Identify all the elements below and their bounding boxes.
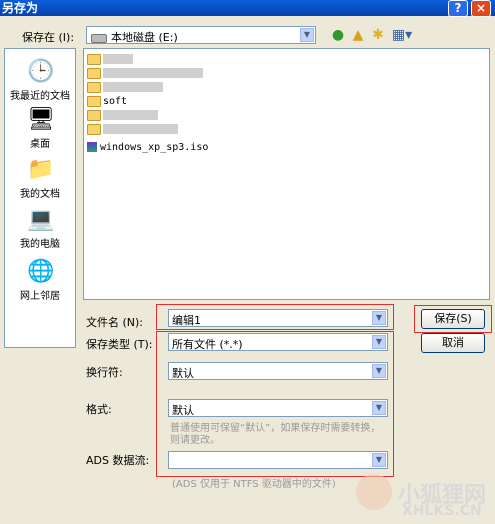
- highlight-box: [156, 331, 394, 477]
- back-icon[interactable]: ●: [330, 27, 346, 43]
- drive-icon: [91, 33, 107, 43]
- close-button[interactable]: ×: [471, 0, 491, 17]
- list-item[interactable]: [87, 81, 163, 95]
- places-item-label: 我的电脑: [20, 239, 60, 250]
- save-in-label: 保存在 (I):: [22, 31, 75, 44]
- recent-documents-icon: 🕒: [27, 59, 55, 84]
- ads-label: ADS 数据流:: [86, 454, 150, 467]
- filename-label: 文件名 (N):: [86, 316, 144, 329]
- places-item-my-documents[interactable]: 📁 我的文档: [5, 157, 75, 200]
- places-item-label: 桌面: [30, 139, 50, 150]
- list-item[interactable]: soft: [87, 95, 127, 109]
- folder-icon: [87, 109, 101, 121]
- new-folder-icon[interactable]: ✱: [370, 27, 386, 43]
- folder-icon: [87, 95, 101, 107]
- watermark-url: XHLKS.CN: [402, 503, 482, 519]
- cancel-button[interactable]: 取消: [421, 333, 485, 353]
- save-in-value: 本地磁盘 (E:): [111, 31, 178, 44]
- view-menu-icon[interactable]: ▦▾: [391, 27, 413, 43]
- my-computer-icon: 💻: [27, 207, 55, 232]
- file-list[interactable]: soft windows_xp_sp3.iso: [83, 48, 490, 300]
- ads-hint: (ADS 仅用于 NTFS 驱动器中的文件): [172, 479, 336, 490]
- blurred-name: [103, 110, 158, 120]
- help-button[interactable]: ?: [448, 0, 468, 17]
- folder-icon: [87, 53, 101, 65]
- places-bar: 🕒 我最近的文档 🖥 桌面 📁 我的文档 💻 我的电脑 🌐 网上邻居: [4, 48, 76, 348]
- list-item[interactable]: windows_xp_sp3.iso: [87, 141, 208, 155]
- places-item-label: 网上邻居: [20, 291, 60, 302]
- places-item-network[interactable]: 🌐 网上邻居: [5, 259, 75, 302]
- places-item-desktop[interactable]: 🖥 桌面: [5, 107, 75, 150]
- fox-logo-icon: [356, 474, 392, 510]
- places-item-my-computer[interactable]: 💻 我的电脑: [5, 207, 75, 250]
- chevron-down-icon[interactable]: ▼: [300, 28, 314, 42]
- blurred-name: [103, 124, 178, 134]
- title-bar: 另存为 ? ×: [0, 0, 495, 17]
- blurred-name: [103, 68, 203, 78]
- places-item-label: 我的文档: [20, 189, 60, 200]
- my-documents-icon: 📁: [27, 157, 55, 182]
- network-icon: 🌐: [27, 259, 55, 284]
- linebreak-label: 换行符:: [86, 366, 123, 379]
- archive-icon: [87, 142, 97, 152]
- folder-icon: [87, 81, 101, 93]
- list-item[interactable]: [87, 67, 203, 81]
- format-label: 格式:: [86, 403, 112, 416]
- places-item-recent[interactable]: 🕒 我最近的文档: [5, 59, 75, 102]
- blurred-name: [103, 54, 133, 64]
- places-item-label: 我最近的文档: [10, 91, 70, 102]
- up-folder-icon[interactable]: ▲: [350, 27, 366, 43]
- desktop-icon: 🖥: [27, 107, 55, 132]
- folder-icon: [87, 67, 101, 79]
- window-title: 另存为: [2, 1, 39, 15]
- highlight-box: [414, 305, 492, 333]
- blurred-name: [103, 82, 163, 92]
- list-item[interactable]: [87, 123, 178, 137]
- folder-icon: [87, 123, 101, 135]
- save-in-dropdown[interactable]: 本地磁盘 (E:) ▼: [86, 26, 316, 44]
- list-item[interactable]: [87, 109, 158, 123]
- filetype-label: 保存类型 (T):: [86, 338, 153, 351]
- list-item[interactable]: [87, 53, 133, 67]
- highlight-box: [156, 304, 394, 330]
